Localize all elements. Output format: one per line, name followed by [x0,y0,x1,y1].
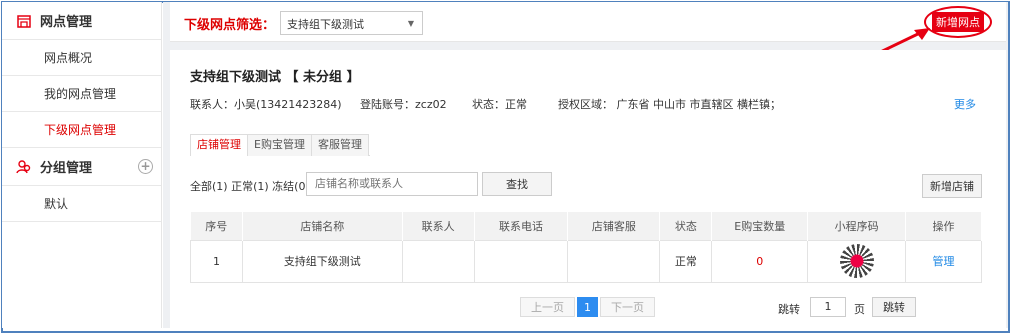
column-header: 店铺名称 [242,212,403,240]
account-text: 登陆账号：zcz02 [360,98,447,111]
sidebar-item-label: 默认 [44,197,69,211]
store-icon [16,13,32,29]
cell-index: 1 [190,239,243,283]
jump-button[interactable]: 跳转 [872,297,916,317]
column-header: 序号 [190,212,243,240]
cell-status: 正常 [659,239,713,283]
cell-shop-name: 支持组下级测试 [241,239,403,283]
sidebar-group-label: 网点管理 [40,15,93,30]
pagination: 上一页 1 下一页 [520,297,657,317]
tab-egoubao-management[interactable]: E购宝管理 [247,134,312,156]
sidebar-item-label: 网点概况 [44,51,93,65]
status-counts[interactable]: 全部(1) 正常(1) 冻结(0) [190,178,310,194]
sidebar-item-overview[interactable]: 网点概况 [2,40,161,76]
filter-label: 下级网点筛选： [184,18,276,33]
sidebar-item-default[interactable]: 默认 [2,186,161,222]
region-text: 授权区域： 广东省 中山市 市直辖区 横栏镇； [558,98,781,111]
cell-egoubao-count: 0 [711,239,809,283]
outlet-detail-panel: 支持组下级测试 【 未分组 】 联系人：小吴(13421423284) 登陆账号… [170,50,1006,328]
column-header: 状态 [659,212,713,240]
contact-text: 联系人：小吴(13421423284) [190,98,342,111]
page-title: 支持组下级测试 【 未分组 】 [190,70,360,85]
table-row: 1 支持组下级测试 正常 0 管理 [190,239,982,283]
column-header: 店铺客服 [567,212,661,240]
sidebar-item-sub-outlets[interactable]: 下级网点管理 [2,112,161,148]
mini-program-code-icon[interactable] [839,244,874,278]
shop-filter-row: 全部(1) 正常(1) 冻结(0) 查找 新增店铺 [190,172,990,198]
cell-qrcode [807,239,907,283]
search-input[interactable] [306,172,478,196]
sidebar-group-outlets[interactable]: 网点管理 [2,2,161,40]
sidebar-item-my-outlets[interactable]: 我的网点管理 [2,76,161,112]
column-header: 联系电话 [474,212,569,240]
cell-phone [473,239,569,283]
page-unit-label: 页 [854,303,865,316]
jump-label: 跳转 [778,303,800,316]
outlet-filter-select[interactable]: 支持组下级测试 ▼ [280,11,423,35]
next-page-button[interactable]: 下一页 [600,297,655,317]
sidebar-item-label: 下级网点管理 [44,123,117,137]
column-header: 操作 [905,212,982,240]
manage-link[interactable]: 管理 [905,239,982,283]
plus-circle-icon[interactable]: + [138,159,153,174]
column-header: 小程序码 [807,212,907,240]
prev-page-button[interactable]: 上一页 [520,297,575,317]
add-shop-button[interactable]: 新增店铺 [922,174,982,198]
tab-shop-management[interactable]: 店铺管理 [190,134,248,156]
sidebar-group-label: 分组管理 [40,161,93,176]
tab-customer-service[interactable]: 客服管理 [310,134,369,156]
column-header: 联系人 [402,212,475,240]
users-icon [16,159,32,175]
shop-table: 序号 店铺名称 联系人 联系电话 店铺客服 状态 E购宝数量 小程序码 操作 1… [190,212,982,283]
column-header: E购宝数量 [711,212,809,240]
status-text: 状态：正常 [472,98,527,111]
cell-contact [401,239,475,283]
sidebar: 网点管理 网点概况 我的网点管理 下级网点管理 分组管理 + 默认 [2,2,162,328]
cell-service [567,239,661,283]
chevron-down-icon: ▼ [407,19,414,28]
tab-bar: 店铺管理 E购宝管理 客服管理 [190,134,370,156]
table-header-row: 序号 店铺名称 联系人 联系电话 店铺客服 状态 E购宝数量 小程序码 操作 [190,212,982,240]
page-number-input[interactable]: 1 [810,297,846,317]
more-link[interactable]: 更多 [954,96,976,112]
sidebar-group-groups[interactable]: 分组管理 + [2,148,161,186]
filter-select-value: 支持组下级测试 [287,18,364,31]
sidebar-item-label: 我的网点管理 [44,87,117,101]
search-button[interactable]: 查找 [482,172,552,196]
page-number-button[interactable]: 1 [577,297,598,317]
